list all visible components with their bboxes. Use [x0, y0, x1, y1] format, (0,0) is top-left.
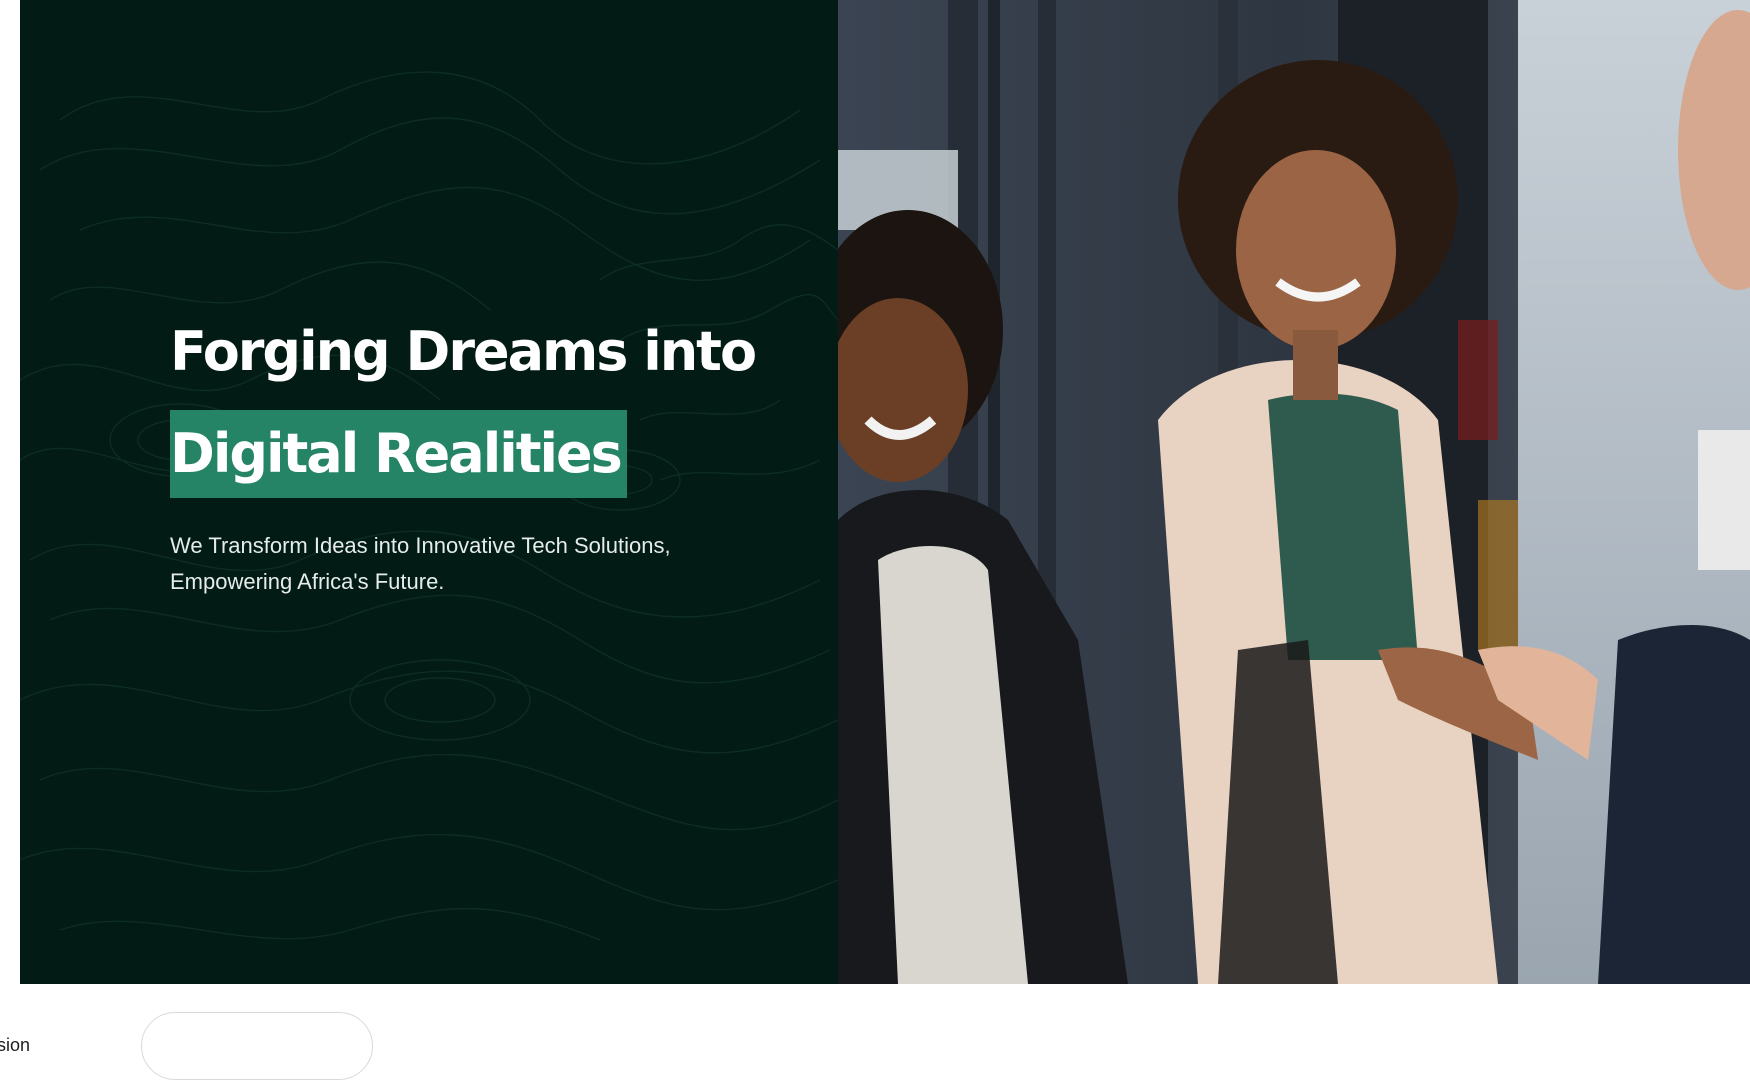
session-label[interactable]: ession: [0, 1035, 30, 1056]
hero-subtitle: We Transform Ideas into Innovative Tech …: [170, 533, 671, 594]
pill-button[interactable]: [141, 1012, 373, 1080]
hero-headline: Forging Dreams into: [170, 320, 757, 383]
hero-photo: [838, 0, 1750, 984]
hero-section: Forging Dreams into Digital Realities We…: [20, 0, 1750, 984]
person-center: [1158, 60, 1498, 984]
hero-headline-highlight: Digital Realities: [170, 410, 627, 498]
hero-content: Forging Dreams into Digital Realities We…: [170, 316, 810, 622]
bottom-strip: ession: [0, 984, 1750, 1081]
hero-text-panel: Forging Dreams into Digital Realities We…: [20, 0, 838, 984]
page: Forging Dreams into Digital Realities We…: [0, 0, 1750, 1081]
handshake-photo: [838, 0, 1750, 984]
